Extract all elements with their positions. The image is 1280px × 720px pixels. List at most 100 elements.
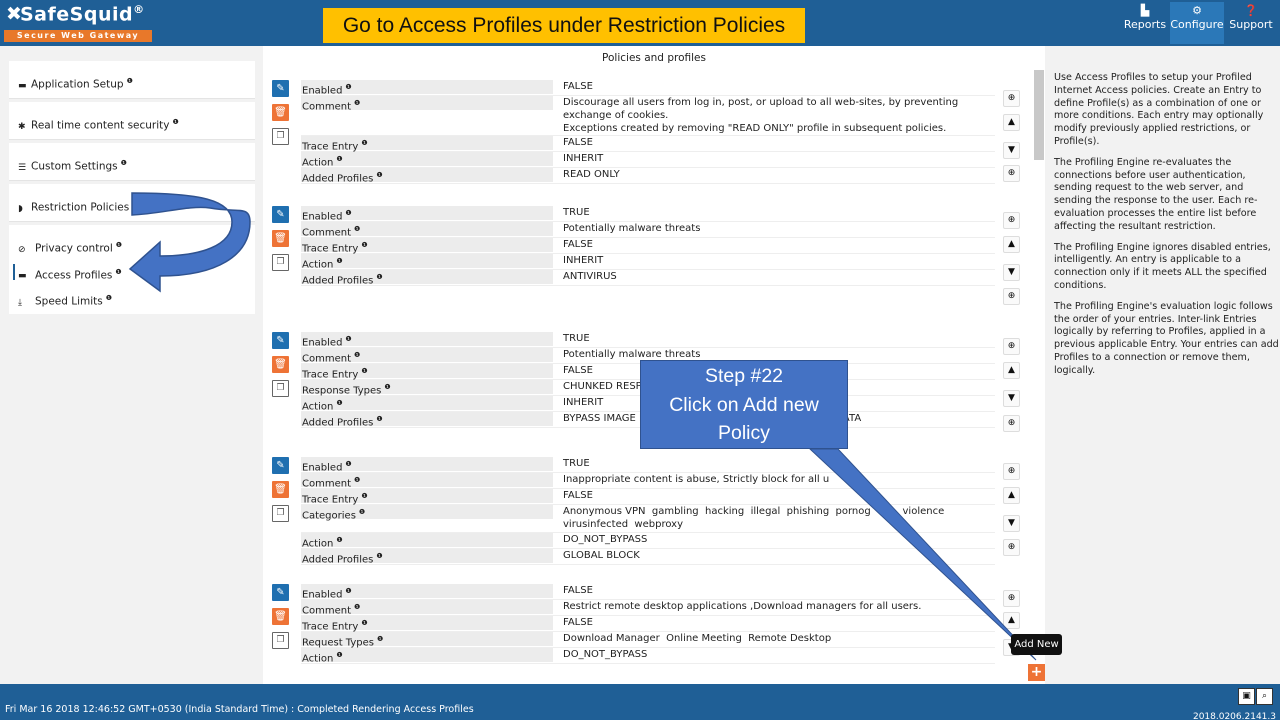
move-down-button[interactable]: ▼ <box>1003 142 1020 159</box>
policy-field-row[interactable]: Trace Entry ❶ FALSE <box>301 136 995 153</box>
info-icon[interactable]: ❶ <box>354 603 360 611</box>
policy-field-row[interactable]: Action ❶ DO_NOT_BYPASS <box>301 648 995 664</box>
info-icon[interactable]: ❶ <box>354 476 360 484</box>
policy-field-row[interactable]: Enabled ❶ TRUE <box>301 332 995 348</box>
policy-field-row[interactable]: Comment ❶ Restrict remote desktop applicat… <box>301 600 995 616</box>
add-below-button[interactable]: ⊕ <box>1003 288 1020 305</box>
move-down-button[interactable]: ▼ <box>1003 515 1020 532</box>
sidebar-item-access-profiles[interactable]: ▬ Access Profiles ❶ <box>9 259 255 286</box>
info-icon[interactable]: ❶ <box>361 492 367 500</box>
nav-support-button[interactable]: ❓ Support <box>1227 2 1275 44</box>
save-button[interactable]: ▣ <box>1238 688 1255 705</box>
info-icon[interactable]: ❶ <box>345 460 351 468</box>
sidebar-item-privacy-control[interactable]: ⊘ Privacy control ❶ <box>9 232 255 259</box>
add-below-button[interactable]: ⊕ <box>1003 212 1020 229</box>
policy-field-row[interactable]: Added Profiles ❶ ANTIVIRUS <box>301 270 995 286</box>
info-icon[interactable]: ❶ <box>345 83 351 91</box>
info-icon[interactable]: ❶ <box>116 241 122 249</box>
info-icon[interactable]: ❶ <box>361 139 367 147</box>
policy-field-row[interactable]: Trace Entry ❶ FALSE <box>301 616 995 632</box>
copy-button[interactable]: ❐ <box>272 254 289 271</box>
nav-reports-button[interactable]: ▙ Reports <box>1122 2 1168 44</box>
sidebar-item-restriction-policies[interactable]: ◗ Restriction Policies ❶ <box>9 184 255 222</box>
info-icon[interactable]: ❶ <box>376 552 382 560</box>
copy-button[interactable]: ❐ <box>272 505 289 522</box>
policy-field-row[interactable]: Comment ❶ Discourage all users from log in… <box>301 96 995 137</box>
scrollbar-thumb[interactable] <box>1034 70 1044 160</box>
info-icon[interactable]: ❶ <box>173 118 179 126</box>
policy-field-row[interactable]: Trace Entry ❶ FALSE <box>301 238 995 254</box>
add-new-button[interactable]: + <box>1028 664 1045 681</box>
info-icon[interactable]: ❶ <box>376 171 382 179</box>
add-below-button[interactable]: ⊕ <box>1003 90 1020 107</box>
policy-field-row[interactable]: Enabled ❶ FALSE <box>301 80 995 96</box>
policy-field-row[interactable]: Action ❶ DO_NOT_BYPASS <box>301 532 995 549</box>
delete-button[interactable]: 🗑 <box>272 608 289 625</box>
edit-button[interactable]: ✎ <box>272 80 289 97</box>
info-icon[interactable]: ❶ <box>354 99 360 107</box>
copy-button[interactable]: ❐ <box>272 632 289 649</box>
info-icon[interactable]: ❶ <box>115 268 121 276</box>
sidebar-item-application-setup[interactable]: ▬ Application Setup ❶ <box>9 61 255 99</box>
add-below-button[interactable]: ⊕ <box>1003 463 1020 480</box>
info-icon[interactable]: ❶ <box>361 619 367 627</box>
policy-field-row[interactable]: Action ❶ INHERIT <box>301 254 995 270</box>
copy-button[interactable]: ❐ <box>272 380 289 397</box>
sidebar-item-real-time-content-security[interactable]: ✱ Real time content security ❶ <box>9 102 255 140</box>
add-below-button[interactable]: ⊕ <box>1003 338 1020 355</box>
add-below-button[interactable]: ⊕ <box>1003 415 1020 432</box>
policy-field-row[interactable]: Comment ❶ Potentially malware threats <box>301 222 995 238</box>
delete-button[interactable]: 🗑 <box>272 230 289 247</box>
policy-field-row[interactable]: Added Profiles ❶ GLOBAL BLOCK <box>301 548 995 565</box>
add-below-button[interactable]: ⊕ <box>1003 539 1020 556</box>
info-icon[interactable]: ❶ <box>376 415 382 423</box>
info-icon[interactable]: ❶ <box>361 367 367 375</box>
move-down-button[interactable]: ▼ <box>1003 390 1020 407</box>
policy-field-row[interactable]: Request Types ❶ Download Manager Online Me… <box>301 632 995 648</box>
policy-field-row[interactable]: Comment ❶ Inappropriate content is abuse, … <box>301 473 995 489</box>
move-up-button[interactable]: ▲ <box>1003 487 1020 504</box>
add-below-button[interactable]: ⊕ <box>1003 590 1020 607</box>
delete-button[interactable]: 🗑 <box>272 481 289 498</box>
search-button[interactable]: ⌕ <box>1256 688 1273 705</box>
info-icon[interactable]: ❶ <box>336 651 342 659</box>
policy-field-row[interactable]: Enabled ❶ TRUE <box>301 206 995 222</box>
edit-button[interactable]: ✎ <box>272 332 289 349</box>
copy-button[interactable]: ❐ <box>272 128 289 145</box>
info-icon[interactable]: ❶ <box>121 159 127 167</box>
info-icon[interactable]: ❶ <box>354 225 360 233</box>
info-icon[interactable]: ❶ <box>336 536 342 544</box>
policy-field-row[interactable]: Trace Entry ❶ FALSE <box>301 489 995 505</box>
policy-field-row[interactable]: Enabled ❶ TRUE <box>301 457 995 473</box>
move-up-button[interactable]: ▲ <box>1003 114 1020 131</box>
info-icon[interactable]: ❶ <box>384 383 390 391</box>
info-icon[interactable]: ❶ <box>354 351 360 359</box>
policy-field-row[interactable]: Action ❶ INHERIT <box>301 152 995 169</box>
info-icon[interactable]: ❶ <box>336 399 342 407</box>
move-up-button[interactable]: ▲ <box>1003 612 1020 629</box>
info-icon[interactable]: ❶ <box>345 335 351 343</box>
delete-button[interactable]: 🗑 <box>272 104 289 121</box>
edit-button[interactable]: ✎ <box>272 206 289 223</box>
move-up-button[interactable]: ▲ <box>1003 236 1020 253</box>
info-icon[interactable]: ❶ <box>377 635 383 643</box>
info-icon[interactable]: ❶ <box>132 200 138 208</box>
info-icon[interactable]: ❶ <box>336 155 342 163</box>
add-below-button[interactable]: ⊕ <box>1003 165 1020 182</box>
delete-button[interactable]: 🗑 <box>272 356 289 373</box>
sidebar-item-custom-settings[interactable]: ☰ Custom Settings ❶ <box>9 143 255 181</box>
info-icon[interactable]: ❶ <box>336 257 342 265</box>
policy-field-row[interactable]: Added Profiles ❶ READ ONLY <box>301 168 995 185</box>
info-icon[interactable]: ❶ <box>345 587 351 595</box>
info-icon[interactable]: ❶ <box>359 508 365 516</box>
edit-button[interactable]: ✎ <box>272 457 289 474</box>
info-icon[interactable]: ❶ <box>345 209 351 217</box>
policy-field-row[interactable]: Enabled ❶ FALSE <box>301 584 995 600</box>
policy-field-row[interactable]: Categories ❶ Anonymous VPN gambling hackin… <box>301 505 995 533</box>
edit-button[interactable]: ✎ <box>272 584 289 601</box>
nav-configure-button[interactable]: ⚙ Configure <box>1170 2 1224 44</box>
move-up-button[interactable]: ▲ <box>1003 362 1020 379</box>
info-icon[interactable]: ❶ <box>376 273 382 281</box>
info-icon[interactable]: ❶ <box>361 241 367 249</box>
info-icon[interactable]: ❶ <box>127 77 133 85</box>
